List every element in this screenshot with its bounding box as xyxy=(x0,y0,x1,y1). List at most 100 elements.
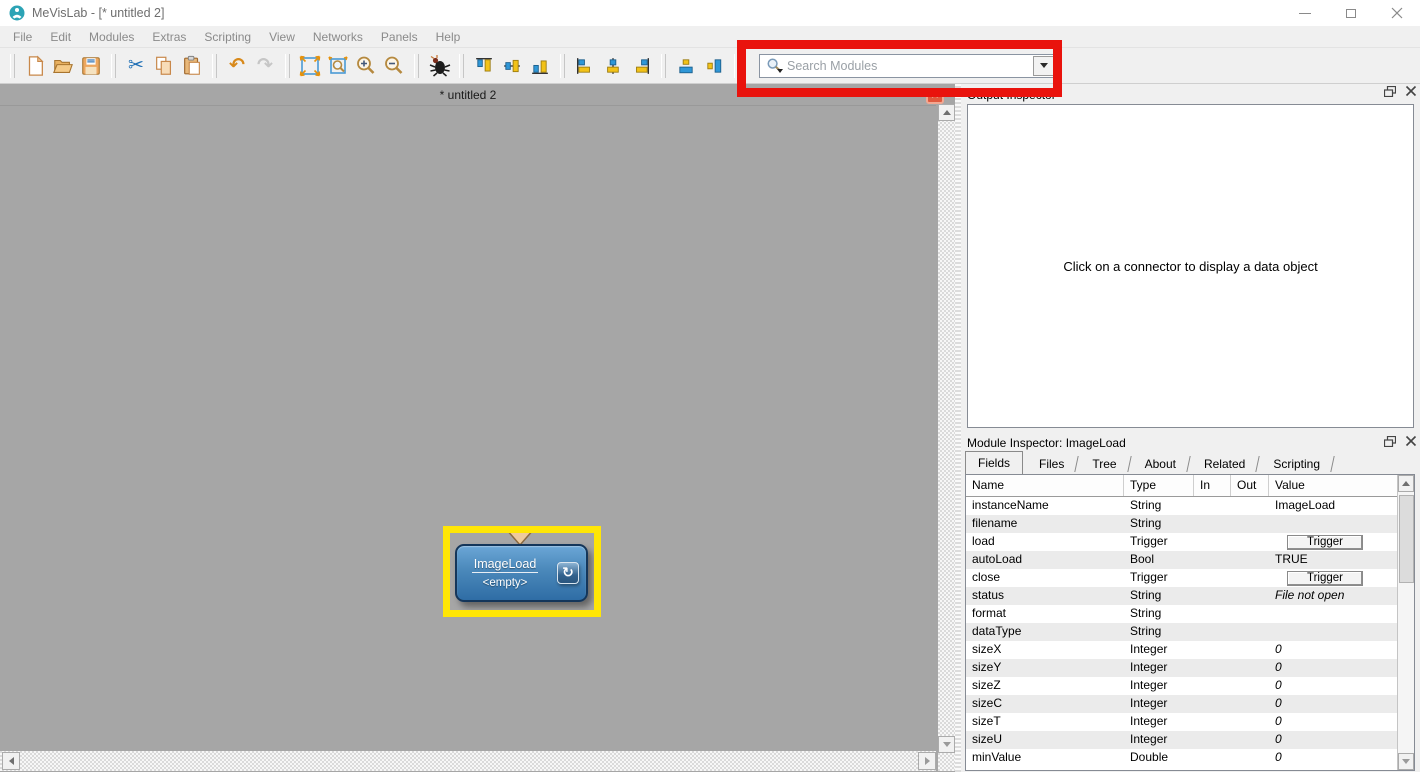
field-out xyxy=(1231,659,1269,677)
document-close-button[interactable]: ✕ xyxy=(926,88,944,104)
save-button[interactable] xyxy=(77,52,105,80)
field-out xyxy=(1231,497,1269,515)
field-value: ImageLoad xyxy=(1269,497,1399,515)
field-out xyxy=(1231,749,1269,767)
minimize-button[interactable] xyxy=(1282,0,1328,26)
scroll-up-button[interactable] xyxy=(938,104,955,121)
cut-button[interactable]: ✂ xyxy=(122,52,150,80)
menu-help[interactable]: Help xyxy=(427,26,470,48)
field-value: File not open xyxy=(1269,587,1399,605)
close-trigger-button[interactable]: Trigger xyxy=(1287,571,1363,586)
column-header-name[interactable]: Name xyxy=(966,475,1124,496)
tab-scripting[interactable]: Scripting xyxy=(1263,454,1330,474)
field-row-status[interactable]: statusStringFile not open xyxy=(966,587,1399,605)
table-vertical-scrollbar[interactable] xyxy=(1397,475,1414,770)
network-canvas[interactable]: * untitled 2 ✕ ImageLoad <empty> ↻ xyxy=(0,84,958,772)
toolbar-separator xyxy=(661,54,666,78)
zoom-in-button[interactable] xyxy=(352,52,380,80)
menu-extras[interactable]: Extras xyxy=(143,26,195,48)
field-row-close[interactable]: closeTriggerTrigger xyxy=(966,569,1399,587)
node-reload-button[interactable]: ↻ xyxy=(557,562,579,584)
arrow-down-icon xyxy=(943,742,951,747)
output-inspector-view[interactable]: Click on a connector to display a data o… xyxy=(967,104,1414,428)
scroll-right-button[interactable] xyxy=(918,752,936,770)
scroll-left-button[interactable] xyxy=(2,752,20,770)
tab-tree[interactable]: Tree xyxy=(1082,454,1126,474)
maximize-button[interactable] xyxy=(1328,0,1374,26)
field-out xyxy=(1231,695,1269,713)
paste-button[interactable] xyxy=(178,52,206,80)
redo-button[interactable]: ↷ xyxy=(251,52,279,80)
close-panel-icon[interactable] xyxy=(1405,435,1417,447)
align-right-button[interactable] xyxy=(627,52,655,80)
field-row-sizeC[interactable]: sizeCInteger0 xyxy=(966,695,1399,713)
menu-networks[interactable]: Networks xyxy=(304,26,372,48)
align-bottom-button[interactable] xyxy=(526,52,554,80)
column-header-in[interactable]: In xyxy=(1194,475,1231,496)
align-hcenter-button[interactable] xyxy=(599,52,627,80)
canvas-horizontal-scrollbar[interactable] xyxy=(0,751,936,771)
close-button[interactable] xyxy=(1374,0,1420,26)
field-row-instanceName[interactable]: instanceNameStringImageLoad xyxy=(966,497,1399,515)
tab-fields[interactable]: Fields xyxy=(965,451,1023,474)
field-name: sizeT xyxy=(966,713,1124,731)
search-dropdown-button[interactable] xyxy=(1033,56,1055,76)
column-header-value[interactable]: Value xyxy=(1269,475,1414,496)
new-file-button[interactable] xyxy=(21,52,49,80)
tab-related[interactable]: Related xyxy=(1194,454,1255,474)
align-left-button[interactable] xyxy=(571,52,599,80)
menu-view[interactable]: View xyxy=(260,26,304,48)
toolbar-handle xyxy=(10,54,15,78)
center-horizontal-button[interactable] xyxy=(672,52,700,80)
canvas-vertical-scrollbar[interactable] xyxy=(938,104,955,753)
open-file-button[interactable] xyxy=(49,52,77,80)
field-row-sizeU[interactable]: sizeUInteger0 xyxy=(966,731,1399,749)
menu-edit[interactable]: Edit xyxy=(41,26,80,48)
column-header-type[interactable]: Type xyxy=(1124,475,1194,496)
scroll-down-button[interactable] xyxy=(938,736,955,753)
search-modules-input[interactable] xyxy=(783,55,1033,77)
column-header-out[interactable]: Out xyxy=(1231,475,1269,496)
field-value: Trigger xyxy=(1269,533,1399,551)
field-row-load[interactable]: loadTriggerTrigger xyxy=(966,533,1399,551)
field-row-dataType[interactable]: dataTypeString xyxy=(966,623,1399,641)
field-in xyxy=(1194,569,1231,587)
menu-panels[interactable]: Panels xyxy=(372,26,427,48)
align-right-icon xyxy=(632,57,650,75)
zoom-selection-button[interactable] xyxy=(324,52,352,80)
align-vcenter-button[interactable] xyxy=(498,52,526,80)
field-row-sizeZ[interactable]: sizeZInteger0 xyxy=(966,677,1399,695)
field-row-sizeT[interactable]: sizeTInteger0 xyxy=(966,713,1399,731)
zoom-out-button[interactable] xyxy=(380,52,408,80)
scrollbar-thumb[interactable] xyxy=(1399,495,1414,583)
field-row-format[interactable]: formatString xyxy=(966,605,1399,623)
menu-file[interactable]: File xyxy=(4,26,41,48)
fit-view-button[interactable] xyxy=(296,52,324,80)
field-value: 0 xyxy=(1269,731,1399,749)
tab-about[interactable]: About xyxy=(1135,454,1186,474)
load-trigger-button[interactable]: Trigger xyxy=(1287,535,1363,550)
field-row-minValue[interactable]: minValueDouble0 xyxy=(966,749,1399,767)
menu-scripting[interactable]: Scripting xyxy=(195,26,260,48)
copy-button[interactable] xyxy=(150,52,178,80)
align-top-button[interactable] xyxy=(470,52,498,80)
imageload-node[interactable]: ImageLoad <empty> ↻ xyxy=(455,544,588,602)
field-row-autoLoad[interactable]: autoLoadBoolTRUE xyxy=(966,551,1399,569)
field-row-sizeY[interactable]: sizeYInteger0 xyxy=(966,659,1399,677)
undo-button[interactable]: ↶ xyxy=(223,52,251,80)
menu-modules[interactable]: Modules xyxy=(80,26,143,48)
center-vertical-button[interactable] xyxy=(700,52,728,80)
field-row-sizeX[interactable]: sizeXInteger0 xyxy=(966,641,1399,659)
close-panel-icon[interactable] xyxy=(1405,85,1417,97)
debug-button[interactable] xyxy=(425,52,453,80)
tab-separator xyxy=(1075,456,1079,472)
field-row-filename[interactable]: filenameString xyxy=(966,515,1399,533)
open-file-icon xyxy=(52,55,74,77)
field-type: Integer xyxy=(1124,713,1194,731)
scroll-down-button[interactable] xyxy=(1398,753,1414,770)
float-panel-icon[interactable] xyxy=(1384,86,1396,97)
tab-files[interactable]: Files xyxy=(1029,454,1074,474)
search-modules-combo[interactable] xyxy=(759,54,1057,78)
float-panel-icon[interactable] xyxy=(1384,436,1396,447)
scroll-up-button[interactable] xyxy=(1398,475,1414,492)
